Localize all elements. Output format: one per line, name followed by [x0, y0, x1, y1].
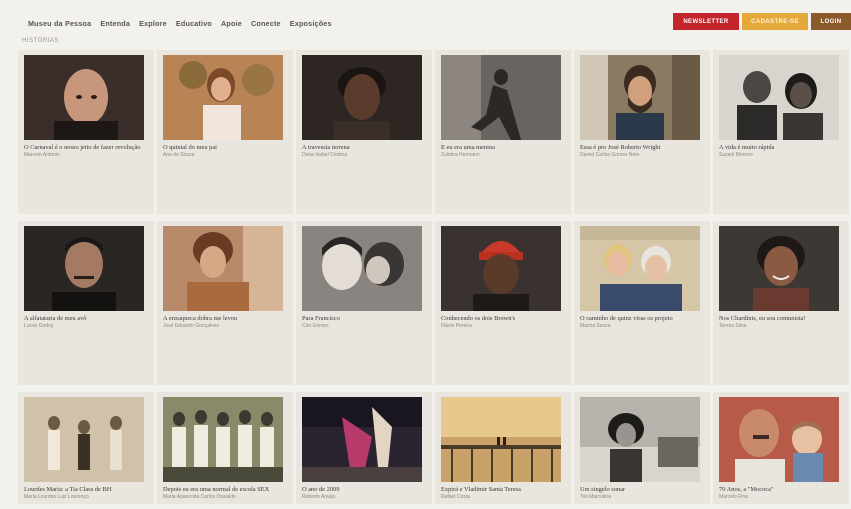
story-photo[interactable] — [163, 397, 283, 482]
story-author: Flávio Pereira — [441, 323, 472, 330]
story-photo[interactable] — [441, 397, 561, 482]
story-title[interactable]: A travessia terrena — [302, 144, 426, 151]
story-author: Maria Aparecida Carlos Oswaldo — [163, 494, 236, 501]
story-title[interactable]: Expirá e Vladimir Santa Teresa — [441, 486, 565, 493]
story-photo[interactable] — [24, 55, 144, 140]
login-button[interactable]: LOGIN — [811, 13, 851, 30]
story-card[interactable]: Para Francisco Ciro Gomes — [296, 221, 432, 385]
story-photo[interactable] — [24, 226, 144, 311]
story-card[interactable]: Lourdes Maria: a Tia Clara de BH Maria Lo… — [18, 392, 154, 504]
story-author: Suzani Moreno — [719, 152, 753, 159]
story-title[interactable]: O ano de 2009 — [302, 486, 426, 493]
story-author: Lucas Godoy — [24, 323, 54, 330]
story-photo[interactable] — [441, 55, 561, 140]
story-author: Ciro Gomes — [302, 323, 329, 330]
story-photo[interactable] — [580, 55, 700, 140]
story-photo[interactable] — [163, 226, 283, 311]
story-card[interactable]: Um singelo sonar Toti Marculina — [574, 392, 710, 504]
story-card[interactable]: A enxaqueca dobra me levou José Eduardo G… — [157, 221, 293, 385]
story-title[interactable]: E eu era uma menina — [441, 144, 565, 151]
newsletter-button[interactable]: NEWSLETTER — [673, 13, 739, 30]
story-title[interactable]: O quintal do meu pai — [163, 144, 287, 151]
story-photo[interactable] — [719, 397, 839, 482]
story-card[interactable]: O caminho de quinz viras os projeto Marci… — [574, 221, 710, 385]
nav-entenda[interactable]: Entenda — [100, 19, 130, 28]
story-photo[interactable] — [580, 226, 700, 311]
story-card[interactable]: Depois eu era uma normal de escola SEX Ma… — [157, 392, 293, 504]
story-title[interactable]: O caminho de quinz viras os projeto — [580, 315, 704, 322]
top-bar: Museu da Pessoa Entenda Explore Educativ… — [18, 10, 851, 36]
story-card[interactable]: Conhecendo os dois Brown's Flávio Pereira — [435, 221, 571, 385]
story-photo[interactable] — [580, 397, 700, 482]
nav-conecte[interactable]: Conecte — [251, 19, 281, 28]
story-photo[interactable] — [24, 397, 144, 482]
story-card[interactable]: E eu era uma menina Zulmira Hermann — [435, 50, 571, 214]
nav-museu-da-pessoa[interactable]: Museu da Pessoa — [28, 19, 91, 28]
story-author: Roberto Araújo — [302, 494, 336, 501]
nav-educativo[interactable]: Educativo — [176, 19, 212, 28]
story-author: Daniel Carlos Gomes Neto — [580, 152, 640, 159]
story-author: Tereza Silva — [719, 323, 747, 330]
main-nav: Museu da Pessoa Entenda Explore Educativ… — [18, 19, 332, 28]
story-card[interactable]: O ano de 2009 Roberto Araújo — [296, 392, 432, 504]
story-card[interactable]: A alfaiataria de meu avô Lucas Godoy — [18, 221, 154, 385]
signup-button[interactable]: CADASTRE-SE — [742, 13, 808, 30]
story-author: Ana de Souza — [163, 152, 195, 159]
nav-explore[interactable]: Explore — [139, 19, 167, 28]
story-photo[interactable] — [441, 226, 561, 311]
story-card[interactable]: A vida é muito rápida Suzani Moreno — [713, 50, 849, 214]
story-title[interactable]: Um singelo sonar — [580, 486, 704, 493]
story-card[interactable]: Essa é pro José Roberto Wright Daniel Car… — [574, 50, 710, 214]
story-photo[interactable] — [302, 55, 422, 140]
section-label: HISTÓRIAS — [22, 38, 59, 44]
story-author: Marcelo Fina — [719, 494, 748, 501]
story-author: Toti Marculina — [580, 494, 611, 501]
story-author: José Eduardo Gonçalves — [163, 323, 219, 330]
story-title[interactable]: A enxaqueca dobra me levou — [163, 315, 287, 322]
story-author: Rafael Costa — [441, 494, 470, 501]
header-actions: NEWSLETTER CADASTRE-SE LOGIN — [673, 13, 851, 30]
story-author: Zulmira Hermann — [441, 152, 480, 159]
story-author: Dona Isabel Cristina — [302, 152, 348, 159]
nav-exposicoes[interactable]: Exposições — [290, 19, 332, 28]
nav-apoie[interactable]: Apoie — [221, 19, 242, 28]
story-card[interactable]: O quintal do meu pai Ana de Souza — [157, 50, 293, 214]
story-title[interactable]: A vida é muito rápida — [719, 144, 843, 151]
story-title[interactable]: Para Francisco — [302, 315, 426, 322]
story-grid: O Carnaval é o nosso jeito de fazer revo… — [18, 50, 849, 504]
story-author: Marcia Souza — [580, 323, 611, 330]
story-title[interactable]: Essa é pro José Roberto Wright — [580, 144, 704, 151]
story-card[interactable]: A travessia terrena Dona Isabel Cristina — [296, 50, 432, 214]
story-photo[interactable] — [719, 55, 839, 140]
story-title[interactable]: O Carnaval é o nosso jeito de fazer revo… — [24, 144, 148, 151]
story-title[interactable]: Lourdes Maria: a Tia Clara de BH — [24, 486, 148, 493]
story-title[interactable]: Nos Chardinis, eu sou comunista! — [719, 315, 843, 322]
story-title[interactable]: Depois eu era uma normal de escola SEX — [163, 486, 287, 493]
story-photo[interactable] — [163, 55, 283, 140]
story-card[interactable]: O Carnaval é o nosso jeito de fazer revo… — [18, 50, 154, 214]
story-card[interactable]: Nos Chardinis, eu sou comunista! Tereza S… — [713, 221, 849, 385]
story-title[interactable]: 70 Anos, a "Mococa" — [719, 486, 843, 493]
story-card[interactable]: 70 Anos, a "Mococa" Marcelo Fina — [713, 392, 849, 504]
story-author: Marcelo Antonio — [24, 152, 60, 159]
story-card[interactable]: Expirá e Vladimir Santa Teresa Rafael Cos… — [435, 392, 571, 504]
story-title[interactable]: A alfaiataria de meu avô — [24, 315, 148, 322]
story-photo[interactable] — [302, 397, 422, 482]
story-author: Maria Lourdes Luiz Lourenço — [24, 494, 89, 501]
story-photo[interactable] — [719, 226, 839, 311]
story-photo[interactable] — [302, 226, 422, 311]
story-title[interactable]: Conhecendo os dois Brown's — [441, 315, 565, 322]
